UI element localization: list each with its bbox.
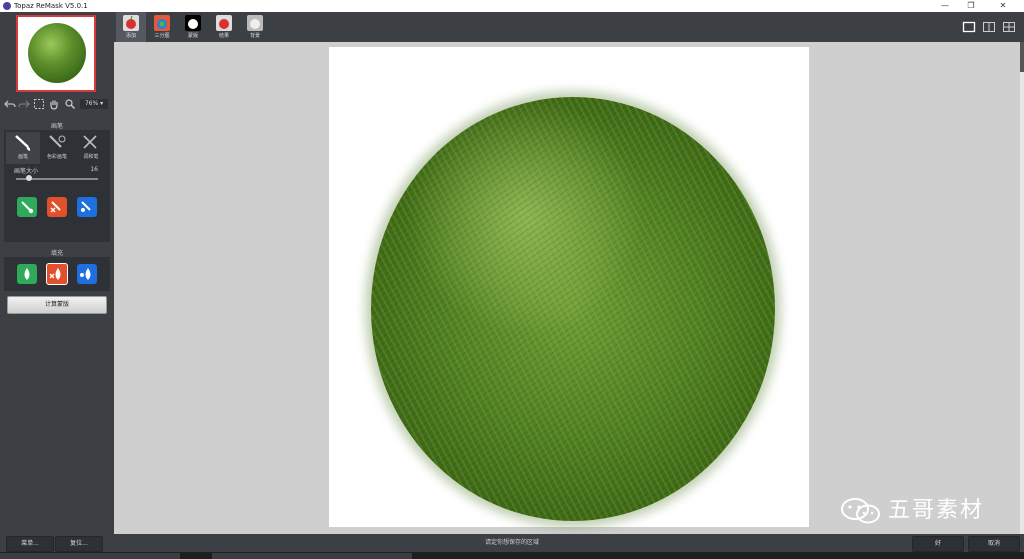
marquee-select-icon[interactable] bbox=[33, 98, 45, 110]
tab-result[interactable]: 结果 bbox=[209, 12, 239, 42]
tab-background[interactable]: 背景 bbox=[240, 12, 270, 42]
taskbar-item[interactable] bbox=[0, 553, 180, 559]
navigator-thumbnail[interactable] bbox=[16, 15, 96, 92]
tab-trimap[interactable]: 三分图 bbox=[147, 12, 177, 42]
vertical-scrollbar[interactable] bbox=[1020, 42, 1024, 534]
brush-size-slider-knob[interactable] bbox=[26, 175, 32, 181]
single-view-icon[interactable] bbox=[962, 19, 976, 33]
keep-brush-icon bbox=[21, 201, 34, 214]
brush-section-label: 画笔 bbox=[50, 123, 63, 130]
brush-tool[interactable]: 画笔 bbox=[6, 132, 40, 164]
left-panel: 76% ▾ 画笔 画笔 色彩画笔 调和笔 画笔大小 16 填充 计算蒙版 bbox=[0, 12, 114, 534]
tab-result-label: 结果 bbox=[218, 33, 229, 39]
restore-button[interactable]: ❐ bbox=[958, 0, 984, 12]
compute-fill-button[interactable] bbox=[77, 264, 97, 284]
keep-brush-button[interactable] bbox=[17, 197, 37, 217]
zoom-dropdown[interactable]: 76% ▾ bbox=[80, 99, 108, 109]
apple-result-icon bbox=[216, 15, 232, 31]
watermark-text: 五哥素材 bbox=[888, 498, 985, 523]
trimap-icon bbox=[154, 15, 170, 31]
brush-size-slider[interactable] bbox=[16, 175, 98, 181]
brush-size-value: 16 bbox=[90, 166, 98, 173]
canvas-area[interactable] bbox=[114, 42, 1020, 534]
apple-red-icon bbox=[123, 15, 139, 31]
tab-add[interactable]: 添加 bbox=[116, 12, 146, 42]
undo-icon[interactable] bbox=[4, 98, 16, 110]
zoom-icon[interactable] bbox=[64, 98, 76, 110]
drop-fill-icon bbox=[49, 268, 61, 280]
fill-panel bbox=[4, 257, 110, 291]
brush-tool-label: 画笔 bbox=[17, 154, 28, 160]
compute-mask-button[interactable]: 计算蒙版 bbox=[7, 296, 107, 314]
compute-fill-icon bbox=[80, 268, 91, 280]
app-logo-icon bbox=[3, 2, 11, 10]
cancel-button[interactable]: 取消 bbox=[968, 536, 1020, 552]
blend-brush-icon bbox=[83, 135, 97, 149]
thumbnail-image bbox=[28, 23, 86, 83]
brush-panel: 画笔 色彩画笔 调和笔 画笔大小 16 bbox=[4, 130, 110, 242]
blend-brush-tool[interactable]: 调和笔 bbox=[74, 132, 108, 164]
grass-texture bbox=[371, 97, 775, 521]
tab-background-label: 背景 bbox=[249, 33, 260, 39]
apple-black-icon bbox=[185, 15, 201, 31]
grass-ball-image bbox=[371, 97, 775, 521]
status-text: 请定你想保存的区域 bbox=[484, 539, 539, 546]
scrollbar-thumb[interactable] bbox=[1020, 42, 1024, 72]
tab-mask-label: 蒙版 bbox=[187, 33, 198, 39]
title-bar: Topaz ReMask V5.0.1 — ❐ ✕ bbox=[0, 0, 1024, 12]
color-brush-tool[interactable]: 色彩画笔 bbox=[40, 132, 74, 164]
keep-fill-icon bbox=[24, 268, 30, 280]
quad-view-icon[interactable] bbox=[1002, 19, 1016, 33]
compute-brush-button[interactable] bbox=[77, 197, 97, 217]
brush-size-label: 画笔大小 bbox=[14, 168, 39, 175]
view-tabs-bar: 添加 三分图 蒙版 结果 背景 bbox=[114, 12, 1024, 42]
reset-button[interactable]: 复位... bbox=[55, 536, 103, 552]
brush-icon bbox=[15, 135, 31, 151]
wechat-icon bbox=[841, 498, 880, 524]
minimize-button[interactable]: — bbox=[932, 0, 958, 12]
window-title: Topaz ReMask V5.0.1 bbox=[14, 2, 88, 10]
split-view-icon[interactable] bbox=[982, 19, 996, 33]
blend-brush-label: 调和笔 bbox=[83, 154, 99, 160]
os-taskbar bbox=[0, 552, 1024, 559]
color-brush-icon bbox=[49, 135, 66, 148]
bottom-bar: 请定你想保存的区域 菜单... 复位... 好 取消 bbox=[0, 534, 1024, 552]
redo-icon[interactable] bbox=[18, 98, 30, 110]
color-brush-label: 色彩画笔 bbox=[46, 154, 67, 160]
fill-section-label: 填充 bbox=[50, 250, 63, 257]
menu-button[interactable]: 菜单... bbox=[6, 536, 54, 552]
hand-pan-icon[interactable] bbox=[48, 98, 60, 110]
drop-fill-button[interactable] bbox=[46, 263, 68, 285]
view-tools-row: 76% ▾ bbox=[0, 98, 114, 112]
drop-brush-icon bbox=[50, 201, 61, 213]
background-icon bbox=[247, 15, 263, 31]
taskbar-item[interactable] bbox=[212, 553, 412, 559]
tab-add-label: 添加 bbox=[125, 33, 136, 39]
image-canvas[interactable] bbox=[329, 47, 809, 527]
compute-brush-icon bbox=[81, 201, 91, 212]
ok-button[interactable]: 好 bbox=[912, 536, 964, 552]
close-button[interactable]: ✕ bbox=[990, 0, 1016, 12]
drop-brush-button[interactable] bbox=[47, 197, 67, 217]
tab-mask[interactable]: 蒙版 bbox=[178, 12, 208, 42]
tab-trimap-label: 三分图 bbox=[154, 33, 170, 39]
keep-fill-button[interactable] bbox=[17, 264, 37, 284]
